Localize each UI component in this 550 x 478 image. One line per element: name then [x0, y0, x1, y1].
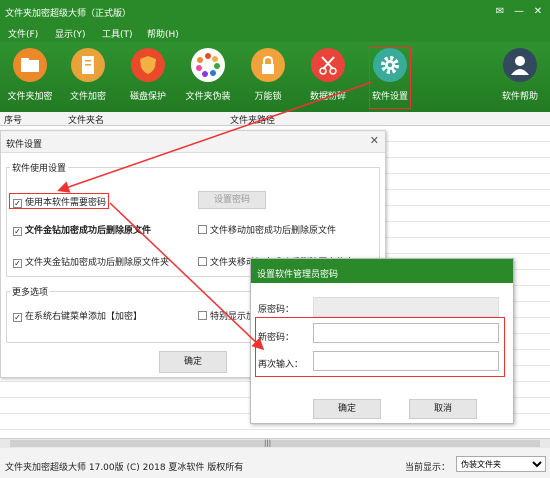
require-password-highlight: [9, 193, 109, 209]
scroll-thumb[interactable]: [10, 440, 540, 447]
title-bar: 文件夹加密超级大师（正式版） ✉ — ✕: [0, 0, 550, 24]
checkmark-icon: ✓: [13, 313, 22, 322]
option-file-move-delete[interactable]: 文件移动加密成功后删除原文件: [198, 223, 336, 236]
option-special-display[interactable]: 特别显示加: [198, 309, 255, 322]
option-context-menu[interactable]: ✓ 在系统右键菜单添加【加密】: [13, 309, 142, 322]
scissors-icon: [311, 48, 345, 82]
checkbox-empty-icon: [198, 311, 207, 320]
toolbar-label: 万能锁: [254, 92, 282, 102]
minimize-icon[interactable]: —: [511, 4, 527, 19]
option-folder-gold-delete[interactable]: ✓ 文件夹金钻加密成功后删除原文件夹: [13, 255, 169, 268]
toolbar-folder-disguise[interactable]: 文件夹伪装: [178, 48, 238, 102]
option-label: 文件金钻加密成功后删除原文件: [25, 226, 152, 236]
copyright-text: 文件夹加密超级大师 17.00版 (C) 2018 夏冰软件 版权所有: [5, 463, 244, 473]
toolbar-label: 文件加密: [69, 92, 106, 102]
more-options-title: 更多选项: [10, 285, 51, 298]
palette-icon: [191, 48, 225, 82]
col-index[interactable]: 序号: [4, 113, 22, 126]
folder-icon: [13, 48, 47, 82]
settings-dialog-header: 软件设置 ✕: [1, 131, 385, 153]
toolbar-label: 数据粉碎: [309, 92, 346, 102]
close-icon[interactable]: ✕: [370, 134, 379, 147]
old-password-field: [313, 297, 499, 317]
scroll-grip: |||: [264, 439, 272, 447]
menu-file[interactable]: 文件(F): [8, 27, 38, 40]
settings-dialog-title: 软件设置: [6, 140, 43, 150]
status-bar: 文件夹加密超级大师 17.00版 (C) 2018 夏冰软件 版权所有 当前显示…: [0, 448, 550, 478]
password-dialog-header: 设置软件管理员密码: [251, 259, 513, 283]
window-controls: ✉ — ✕: [492, 4, 546, 19]
menu-bar: 文件(F) 显示(Y) 工具(T) 帮助(H): [0, 24, 550, 42]
usage-settings-title: 软件使用设置: [10, 161, 69, 174]
password-cancel-button[interactable]: 取消: [409, 399, 477, 419]
settings-highlight-box: [369, 47, 411, 109]
toolbar-file-encrypt[interactable]: 文件加密: [58, 48, 118, 102]
menu-display[interactable]: 显示(Y): [55, 27, 86, 40]
menu-help[interactable]: 帮助(H): [147, 27, 179, 40]
new-password-label: 新密码：: [258, 333, 295, 343]
col-folder-path[interactable]: 文件夹路径: [230, 113, 275, 126]
set-password-button[interactable]: 设置密码: [198, 191, 266, 209]
toolbar-software-help[interactable]: 软件帮助: [490, 48, 550, 102]
option-file-gold-delete[interactable]: ✓ 文件金钻加密成功后删除原文件: [13, 223, 151, 236]
toolbar: 文件夹加密 文件加密 磁盘保护 文件夹伪装 万能锁 数据粉碎 软件设置 软件帮助: [0, 42, 550, 112]
password-dialog: 设置软件管理员密码 原密码： 新密码： 再次输入： 确定 取消: [250, 258, 514, 424]
option-label: 特别显示加: [210, 312, 256, 322]
password-dialog-title: 设置软件管理员密码: [257, 270, 339, 280]
password-ok-button[interactable]: 确定: [313, 399, 381, 419]
toolbar-folder-encrypt[interactable]: 文件夹加密: [0, 48, 60, 102]
toolbar-label: 文件夹加密: [7, 92, 53, 102]
app-title: 文件夹加密超级大师（正式版）: [5, 9, 132, 19]
table-header: 序号 文件夹名 文件夹路径 夹: [0, 112, 550, 141]
toolbar-data-shred[interactable]: 数据粉碎: [298, 48, 358, 102]
checkmark-icon: ✓: [13, 259, 22, 268]
checkmark-icon: ✓: [13, 227, 22, 236]
user-help-icon: [503, 48, 537, 82]
app-window: 文件夹加密超级大师（正式版） ✉ — ✕ 文件(F) 显示(Y) 工具(T) 帮…: [0, 0, 550, 478]
menu-tools[interactable]: 工具(T): [102, 27, 133, 40]
confirm-password-field[interactable]: [313, 351, 499, 371]
toolbar-label: 软件帮助: [501, 92, 538, 102]
close-icon[interactable]: ✕: [530, 4, 546, 19]
new-password-field[interactable]: [313, 323, 499, 343]
shield-icon: [131, 48, 165, 82]
checkbox-empty-icon: [198, 225, 207, 234]
option-label: 在系统右键菜单添加【加密】: [25, 312, 143, 322]
option-label: 文件夹金钻加密成功后删除原文件夹: [25, 258, 170, 268]
old-password-label: 原密码：: [258, 305, 295, 315]
option-label: 文件移动加密成功后删除原文件: [210, 226, 337, 236]
file-icon: [71, 48, 105, 82]
horizontal-scrollbar[interactable]: |||: [0, 438, 550, 448]
toolbar-universal-lock[interactable]: 万能锁: [238, 48, 298, 102]
lock-icon: [251, 48, 285, 82]
current-display-select[interactable]: 伪装文件夹: [456, 456, 546, 472]
confirm-password-label: 再次输入：: [258, 360, 304, 370]
checkbox-empty-icon: [198, 257, 207, 266]
toolbar-label: 文件夹伪装: [185, 92, 231, 102]
toolbar-disk-protect[interactable]: 磁盘保护: [118, 48, 178, 102]
settings-ok-button[interactable]: 确定: [159, 351, 227, 373]
toolbar-label: 磁盘保护: [129, 92, 166, 102]
feedback-icon[interactable]: ✉: [492, 4, 508, 19]
current-display-label: 当前显示：: [405, 463, 451, 473]
col-folder-name[interactable]: 文件夹名: [68, 113, 104, 126]
